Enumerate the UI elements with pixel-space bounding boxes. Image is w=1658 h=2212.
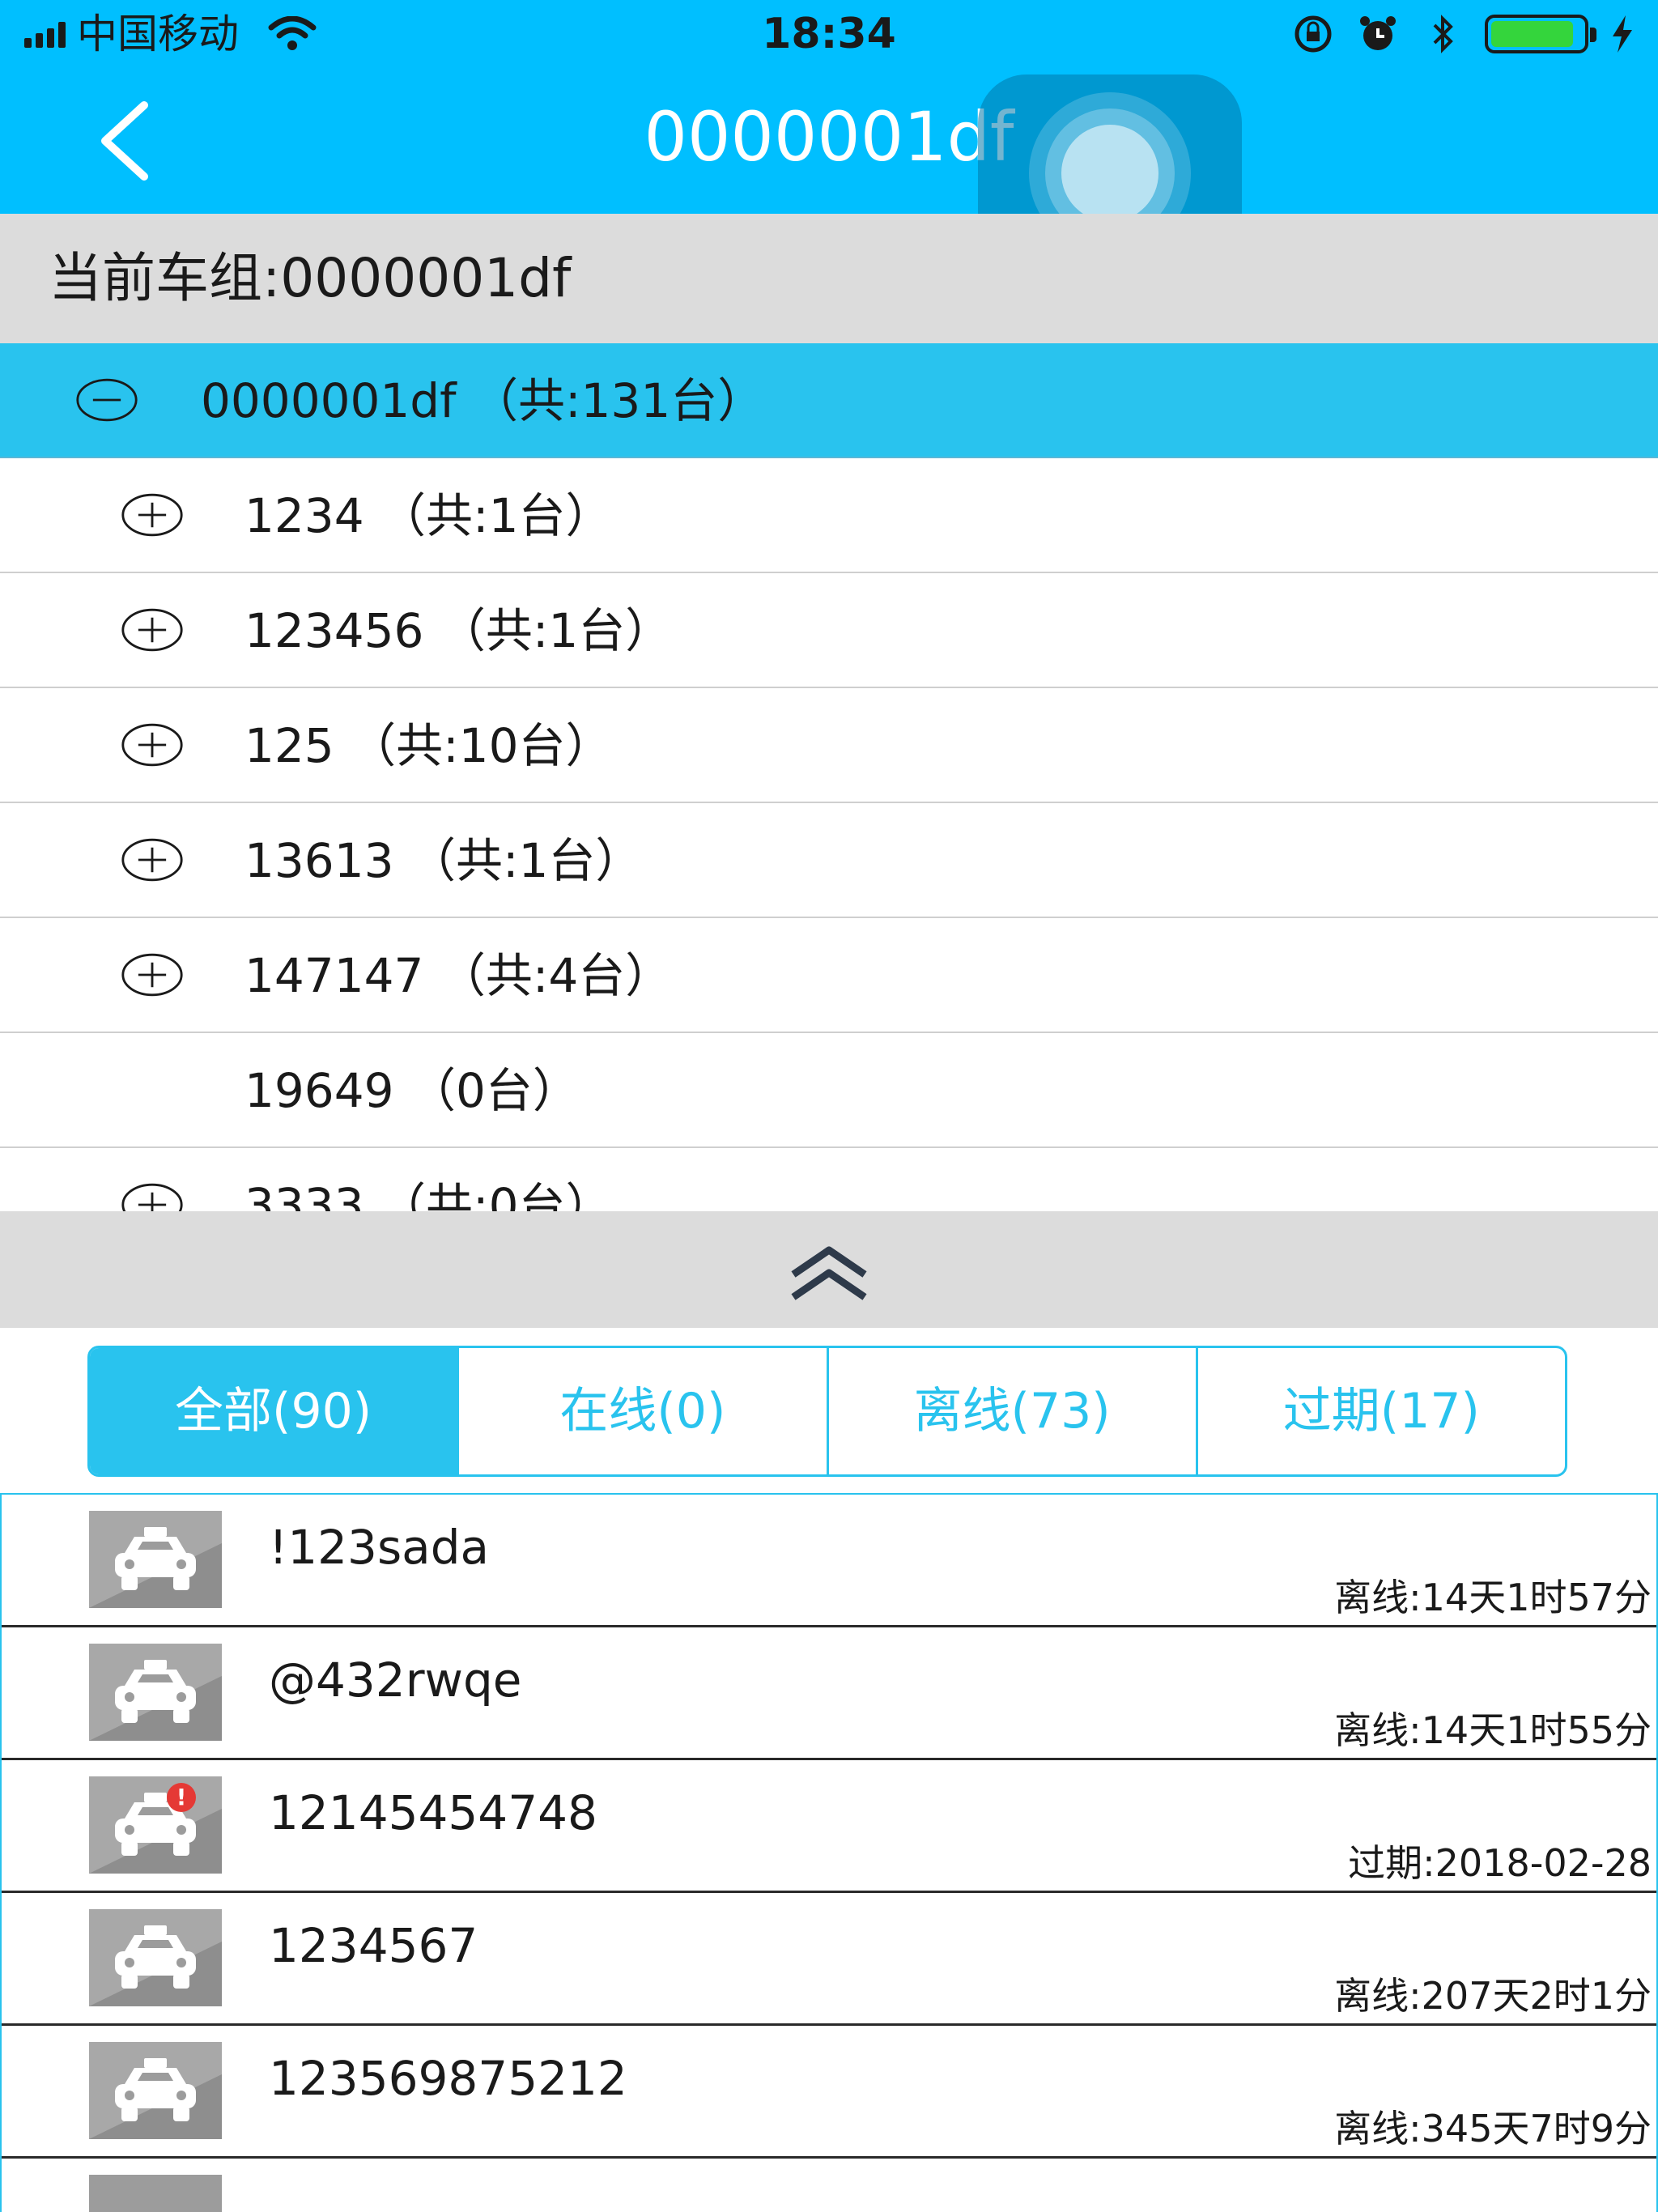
vehicle-row[interactable]: !123sada 离线:14天1时57分	[2, 1495, 1656, 1627]
tree-group-label: 1234 （共:1台）	[244, 488, 613, 543]
vehicle-status: 离线:14天1时55分	[1334, 1708, 1652, 1752]
tree-group-row[interactable]: 19649 （0台）	[0, 1033, 1658, 1148]
vehicle-row[interactable]: ! 12145454748 过期:2018-02-28	[2, 1760, 1656, 1893]
status-filter-tabs: 全部(90) 在线(0) 离线(73) 过期(17)	[87, 1346, 1567, 1477]
vehicle-status: 离线:207天2时1分	[1334, 1974, 1652, 2018]
vehicle-name: 1234567	[269, 1918, 478, 1973]
taxi-icon	[89, 1909, 222, 2006]
taxi-icon	[89, 2042, 222, 2139]
alert-badge-icon: !	[167, 1783, 196, 1812]
plus-circle-icon[interactable]	[120, 951, 185, 999]
navigation-bar: 0000001df	[0, 68, 1658, 272]
charging-icon	[1613, 15, 1632, 53]
taxi-icon	[89, 1644, 222, 1741]
taxi-icon	[89, 2175, 222, 2212]
double-chevron-up-icon	[791, 1246, 867, 1300]
tree-group-row[interactable]: 1234 （共:1台）	[0, 458, 1658, 573]
tree-group-label: 19649 （0台）	[244, 1063, 580, 1118]
tree-group-row[interactable]: 3333 （共:0台）	[0, 1148, 1658, 1211]
taxi-icon: !	[89, 1776, 222, 1874]
status-bar-right	[1290, 0, 1637, 68]
tab-expired[interactable]: 过期(17)	[1198, 1348, 1565, 1474]
plus-circle-icon[interactable]	[120, 836, 185, 884]
vehicle-row-partial[interactable]	[2, 2159, 1656, 2212]
plus-circle-icon[interactable]	[120, 606, 185, 654]
tree-group-label: 13613 （共:1台）	[244, 833, 643, 888]
page-title: 0000001df	[644, 97, 1014, 177]
tree-group-label: 147147 （共:4台）	[244, 948, 673, 1003]
tree-group-label: 123456 （共:1台）	[244, 603, 673, 658]
tree-group-row[interactable]: 13613 （共:1台）	[0, 803, 1658, 918]
vehicle-group-tree: 0000001df （共:131台） 1234 （共:1台） 123456 （共:…	[0, 343, 1658, 1211]
alarm-icon	[1360, 16, 1396, 50]
battery-level	[1491, 21, 1573, 47]
vehicle-list: !123sada 离线:14天1时57分 @432rwqe 离线:14天1时55分! 1…	[0, 1493, 1658, 2212]
tab-offline[interactable]: 离线(73)	[829, 1348, 1198, 1474]
vehicle-name: 123569875212	[269, 2051, 627, 2106]
battery-icon	[1485, 15, 1596, 53]
vehicle-row[interactable]: @432rwqe 离线:14天1时55分	[2, 1627, 1656, 1760]
vehicle-name: !123sada	[269, 1520, 490, 1575]
tree-group-row[interactable]: 123456 （共:1台）	[0, 573, 1658, 688]
tab-online[interactable]: 在线(0)	[459, 1348, 829, 1474]
taxi-icon	[89, 1511, 222, 1608]
tree-group-row[interactable]: 147147 （共:4台）	[0, 918, 1658, 1033]
screen: 中国移动 18:34 0000001df 当前车组:0000001df 0000…	[0, 0, 1658, 2212]
collapse-panel-button[interactable]	[0, 1211, 1658, 1328]
minus-circle-icon[interactable]	[74, 376, 139, 424]
vehicle-status: 离线:14天1时57分	[1334, 1576, 1652, 1619]
rotation-lock-icon	[1295, 15, 1332, 53]
tree-root-label: 0000001df （共:131台）	[201, 373, 765, 428]
plus-circle-icon[interactable]	[120, 491, 185, 539]
vehicle-status: 过期:2018-02-28	[1348, 1841, 1652, 1885]
current-group-label: 当前车组:0000001df	[0, 214, 1658, 343]
plus-circle-icon[interactable]	[120, 1180, 185, 1211]
vehicle-status: 离线:345天7时9分	[1334, 2107, 1652, 2150]
vehicle-row[interactable]: 123569875212 离线:345天7时9分	[2, 2026, 1656, 2159]
tab-all[interactable]: 全部(90)	[90, 1348, 460, 1474]
tree-group-label: 125 （共:10台）	[244, 718, 613, 773]
vehicle-name: 12145454748	[269, 1785, 597, 1840]
bluetooth-icon	[1433, 15, 1453, 53]
tree-root-group[interactable]: 0000001df （共:131台）	[0, 343, 1658, 458]
vehicle-row[interactable]: 1234567 离线:207天2时1分	[2, 1893, 1656, 2026]
vehicle-name: @432rwqe	[269, 1653, 522, 1708]
status-bar: 中国移动 18:34	[0, 0, 1658, 68]
tree-group-row[interactable]: 125 （共:10台）	[0, 688, 1658, 803]
tree-group-label: 3333 （共:0台）	[244, 1178, 613, 1211]
plus-circle-icon[interactable]	[120, 721, 185, 769]
